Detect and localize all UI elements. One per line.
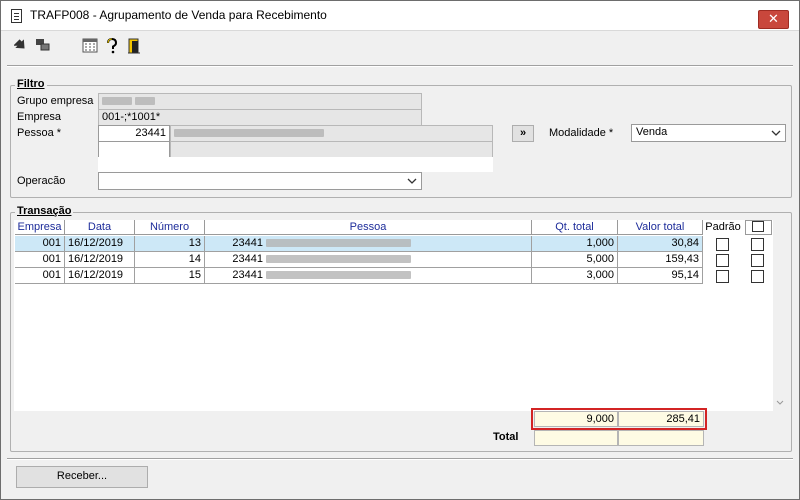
title-bar: TRAFP008 - Agrupamento de Venda para Rec… [1, 1, 799, 31]
cell-valor-total: 95,14 [618, 268, 703, 284]
select-row-checkbox[interactable] [751, 254, 764, 267]
operacao-select[interactable] [98, 172, 422, 190]
exit-icon[interactable] [127, 38, 143, 54]
toolbar-divider [7, 65, 793, 67]
cell-empresa: 001 [15, 236, 65, 252]
modalidade-label: Modalidade * [549, 127, 614, 139]
cell-pessoa: 23441 [205, 252, 532, 268]
select-row-checkbox[interactable] [751, 270, 764, 283]
footer-divider [7, 458, 793, 460]
modalidade-select[interactable]: Venda [631, 124, 786, 142]
cell-qt-total: 1,000 [532, 236, 618, 252]
cell-empresa: 001 [15, 252, 65, 268]
col-header-empresa[interactable]: Empresa [15, 220, 65, 235]
pessoa-spacer [98, 157, 493, 172]
pessoa-code-input[interactable]: 23441 [98, 125, 170, 142]
cell-numero: 14 [135, 252, 205, 268]
windows-icon[interactable] [35, 38, 51, 54]
vertical-scrollbar[interactable] [773, 220, 787, 411]
receber-label: Receber... [56, 470, 108, 482]
total-valor-field: 285,41 [618, 411, 704, 427]
cell-valor-total: 30,84 [618, 236, 703, 252]
cell-qt-total: 5,000 [532, 252, 618, 268]
main-window: TRAFP008 - Agrupamento de Venda para Rec… [0, 0, 800, 500]
pessoa-extra-input[interactable] [98, 141, 170, 158]
col-header-pessoa[interactable]: Pessoa [205, 220, 532, 235]
modalidade-value: Venda [636, 126, 668, 138]
cell-data: 16/12/2019 [65, 252, 135, 268]
pessoa-search-button[interactable]: » [512, 125, 534, 142]
col-header-numero[interactable]: Número [135, 220, 205, 235]
cell-empresa: 001 [15, 268, 65, 284]
select-row-checkbox[interactable] [751, 238, 764, 251]
cell-data: 16/12/2019 [65, 268, 135, 284]
total-valor-extra [618, 430, 704, 446]
col-header-select-all[interactable] [745, 220, 772, 235]
pessoa-extra-field [170, 141, 493, 158]
grupo-empresa-label: Grupo empresa [17, 95, 94, 107]
padrao-checkbox[interactable] [716, 238, 729, 251]
filtro-legend: Filtro [15, 78, 47, 90]
col-header-padrao[interactable]: Padrão [703, 220, 743, 235]
arrow-icon[interactable] [14, 38, 30, 54]
total-qt-extra [534, 430, 618, 446]
calculator-icon[interactable] [82, 38, 98, 54]
pessoa-label: Pessoa * [17, 127, 62, 139]
select-all-checkbox[interactable] [752, 221, 764, 232]
padrao-checkbox[interactable] [716, 270, 729, 283]
chevron-down-icon [407, 178, 417, 184]
padrao-checkbox[interactable] [716, 254, 729, 267]
empresa-label: Empresa [17, 111, 62, 123]
cell-numero: 15 [135, 268, 205, 284]
cell-valor-total: 159,43 [618, 252, 703, 268]
table-row[interactable]: 001 16/12/2019 15 23441 3,000 95,14 [15, 268, 703, 284]
operacao-label: Operacão [17, 175, 66, 187]
cell-pessoa: 23441 [205, 236, 532, 252]
total-qt-field: 9,000 [534, 411, 618, 427]
total-label: Total [493, 431, 519, 443]
grupo-empresa-field [98, 93, 422, 110]
transacao-legend: Transação [15, 205, 74, 217]
col-header-data[interactable]: Data [65, 220, 135, 235]
col-header-valor-total[interactable]: Valor total [618, 220, 703, 235]
cell-pessoa: 23441 [205, 268, 532, 284]
chevron-down-icon [771, 130, 781, 136]
window-title: TRAFP008 - Agrupamento de Venda para Rec… [30, 8, 327, 22]
help-icon[interactable] [106, 38, 122, 54]
receber-button[interactable]: Receber... [16, 466, 148, 488]
cell-data: 16/12/2019 [65, 236, 135, 252]
scroll-down-icon[interactable] [776, 400, 784, 406]
cell-qt-total: 3,000 [532, 268, 618, 284]
table-row[interactable]: 001 16/12/2019 14 23441 5,000 159,43 [15, 252, 703, 268]
cell-numero: 13 [135, 236, 205, 252]
col-header-qt-total[interactable]: Qt. total [532, 220, 618, 235]
document-icon [11, 9, 22, 23]
empresa-field: 001-;*1001* [98, 109, 422, 126]
table-row[interactable]: 001 16/12/2019 13 23441 1,000 30,84 [15, 236, 703, 252]
pessoa-name-field [170, 125, 493, 142]
close-button[interactable]: ✕ [758, 10, 789, 29]
